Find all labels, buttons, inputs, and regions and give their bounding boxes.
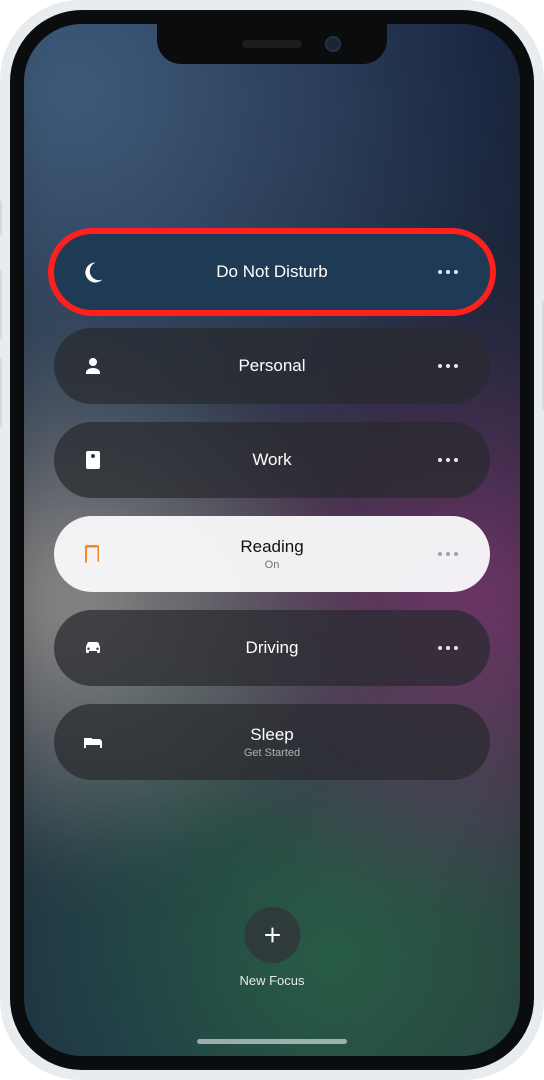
focus-item-work[interactable]: Work [54,422,490,498]
focus-item-label: Sleep [244,725,300,745]
focus-item-driving[interactable]: Driving [54,610,490,686]
new-focus-label: New Focus [239,973,304,988]
person-icon [78,354,108,378]
focus-item-label-wrap: Driving [246,638,299,658]
focus-item-label: Work [252,450,291,470]
book-icon [78,542,108,566]
new-focus-group: New Focus [239,907,304,988]
focus-item-do-not-disturb[interactable]: Do Not Disturb [54,234,490,310]
focus-item-more-button[interactable] [434,364,462,368]
volume-down-button [0,358,2,428]
home-indicator[interactable] [197,1039,347,1044]
focus-item-personal[interactable]: Personal [54,328,490,404]
focus-mode-list: Do Not Disturb Personal Work Reading On Drivi… [24,24,520,1056]
notch [157,24,387,64]
front-camera [325,36,341,52]
car-icon [78,636,108,660]
volume-up-button [0,270,2,340]
focus-item-reading[interactable]: Reading On [54,516,490,592]
focus-item-sublabel: Get Started [244,747,300,759]
focus-item-label-wrap: Do Not Disturb [216,262,327,282]
screen: Do Not Disturb Personal Work Reading On Drivi… [24,24,520,1056]
device-frame-outer: Do Not Disturb Personal Work Reading On Drivi… [0,0,544,1080]
focus-item-label: Do Not Disturb [216,262,327,282]
new-focus-button[interactable] [244,907,300,963]
focus-item-label-wrap: Work [252,450,291,470]
focus-item-label-wrap: Sleep Get Started [244,725,300,759]
moon-icon [78,260,108,284]
focus-item-more-button[interactable] [434,458,462,462]
device-frame-inner: Do Not Disturb Personal Work Reading On Drivi… [10,10,534,1070]
focus-item-label: Personal [238,356,305,376]
focus-item-label: Reading [240,537,303,557]
plus-icon [261,924,283,946]
focus-item-sublabel: On [240,559,303,571]
speaker-grille [242,40,302,48]
focus-item-sleep[interactable]: Sleep Get Started [54,704,490,780]
bed-icon [78,730,108,754]
badge-icon [78,448,108,472]
focus-item-more-button[interactable] [434,552,462,556]
focus-item-label: Driving [246,638,299,658]
focus-item-more-button[interactable] [434,646,462,650]
focus-item-more-button[interactable] [434,270,462,274]
focus-item-label-wrap: Personal [238,356,305,376]
mute-switch [0,200,2,236]
focus-item-label-wrap: Reading On [240,537,303,571]
